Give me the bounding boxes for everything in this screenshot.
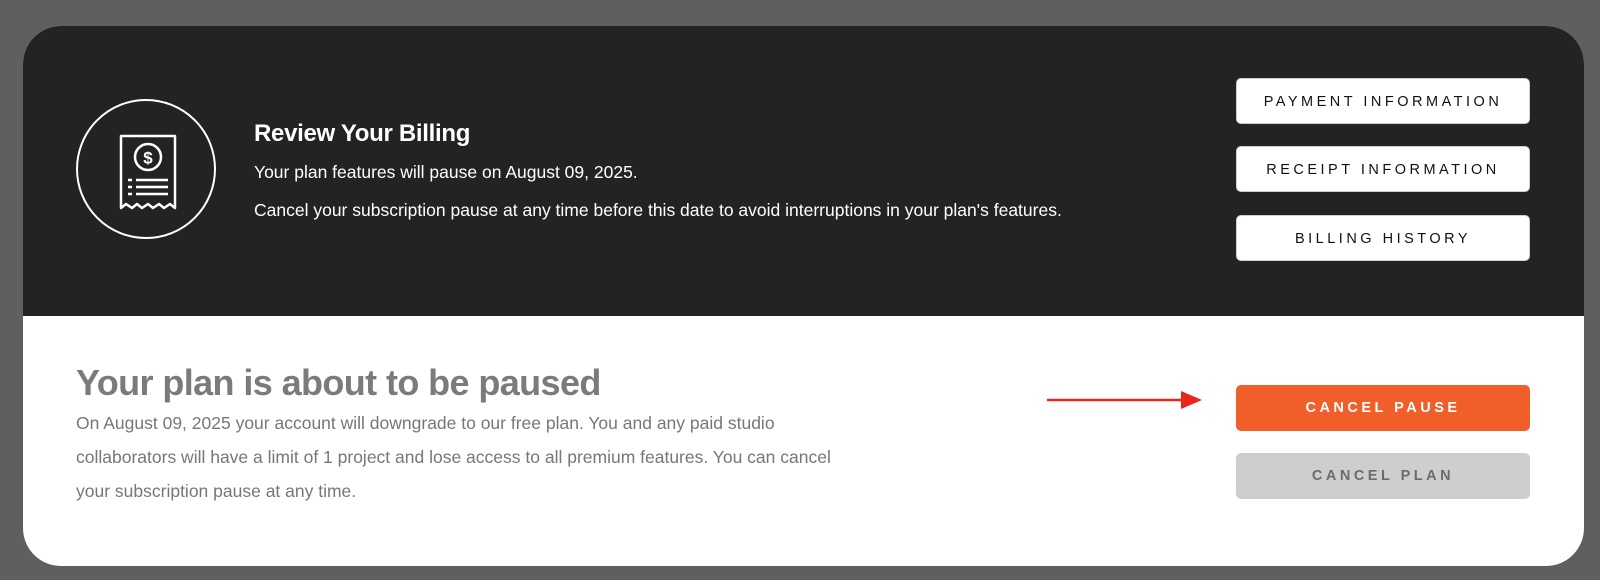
billing-card: $ Review Your Billing Your plan features… bbox=[23, 26, 1584, 566]
billing-title: Review Your Billing bbox=[254, 120, 471, 147]
billing-history-button[interactable]: BILLING HISTORY bbox=[1236, 215, 1530, 261]
pause-date-text: Your plan features will pause on August … bbox=[254, 162, 638, 182]
billing-header: $ Review Your Billing Your plan features… bbox=[23, 26, 1584, 316]
receipt-information-button[interactable]: RECEIPT INFORMATION bbox=[1236, 146, 1530, 192]
pause-notice-description: On August 09, 2025 your account will dow… bbox=[76, 413, 831, 501]
arrow-right-icon bbox=[1047, 391, 1202, 409]
payment-information-button[interactable]: PAYMENT INFORMATION bbox=[1236, 78, 1530, 124]
pause-notice-title: Your plan is about to be paused bbox=[76, 362, 601, 403]
svg-text:$: $ bbox=[143, 149, 153, 168]
cancel-pause-button[interactable]: CANCEL PAUSE bbox=[1236, 385, 1530, 431]
cancel-plan-button[interactable]: CANCEL PLAN bbox=[1236, 453, 1530, 499]
cancel-hint-text: Cancel your subscription pause at any ti… bbox=[254, 200, 1062, 220]
receipt-dollar-icon: $ bbox=[76, 99, 216, 239]
